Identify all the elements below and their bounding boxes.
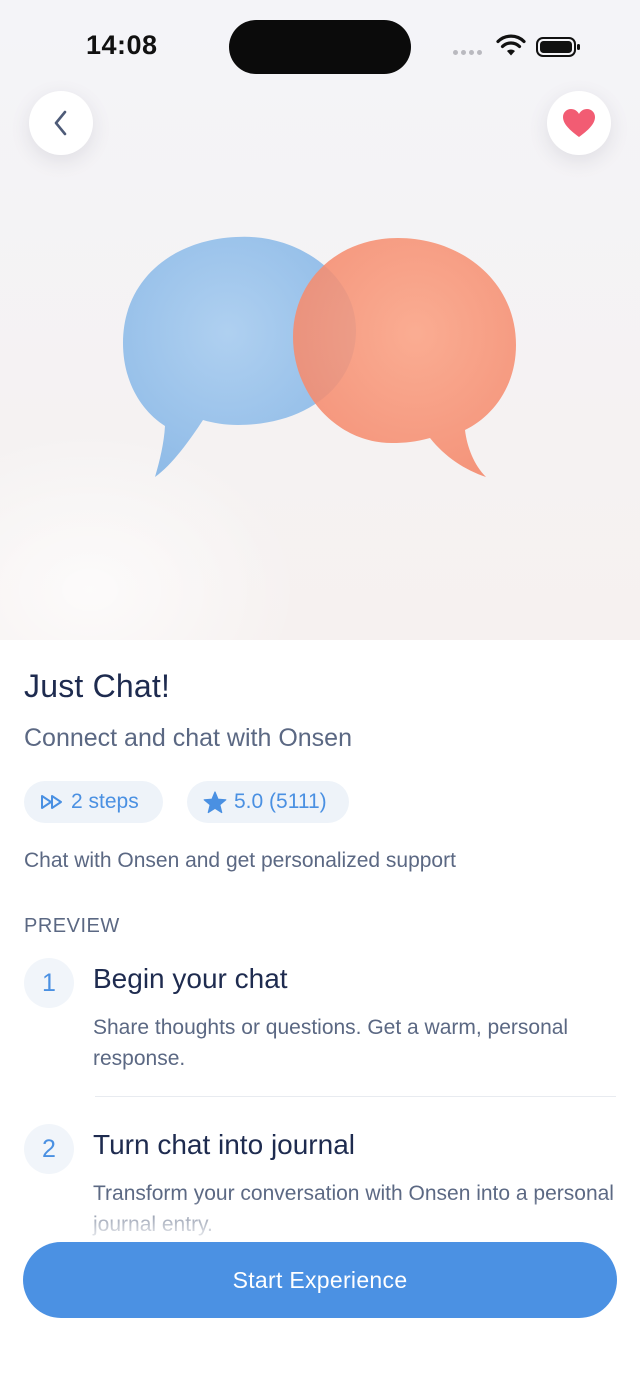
rating-chip-label: 5.0 (5111) <box>234 790 327 813</box>
chevron-left-icon <box>54 110 67 136</box>
cellular-signal-icon <box>453 50 482 55</box>
step-2-title: Turn chat into journal <box>93 1129 355 1160</box>
step-1-title: Begin your chat <box>93 963 288 994</box>
step-2-number: 2 <box>24 1124 74 1174</box>
heart-icon <box>563 109 595 137</box>
favorite-button[interactable] <box>547 91 611 155</box>
experience-description: Chat with Onsen and get personalized sup… <box>24 849 456 872</box>
preview-heading: PREVIEW <box>24 915 120 937</box>
step-divider <box>95 1096 616 1097</box>
steps-chip-label: 2 steps <box>71 790 139 813</box>
scroll-fade-overlay <box>0 1196 640 1242</box>
fast-forward-icon <box>41 795 62 809</box>
back-button[interactable] <box>29 91 93 155</box>
experience-title: Just Chat! <box>24 668 171 704</box>
dynamic-island <box>229 20 411 74</box>
start-experience-button[interactable]: Start Experience <box>23 1242 617 1318</box>
wifi-icon <box>496 34 526 56</box>
rating-chip: 5.0 (5111) <box>187 781 349 823</box>
hero-illustration-area: 14:08 <box>0 0 640 640</box>
step-1-number: 1 <box>24 958 74 1008</box>
step-1-description: Share thoughts or questions. Get a warm,… <box>93 1016 569 1070</box>
star-icon <box>203 790 227 813</box>
steps-chip: 2 steps <box>24 781 163 823</box>
battery-icon <box>536 37 580 57</box>
experience-subtitle: Connect and chat with Onsen <box>24 724 352 752</box>
chat-bubbles-illustration <box>123 236 516 477</box>
status-time: 14:08 <box>86 30 158 60</box>
